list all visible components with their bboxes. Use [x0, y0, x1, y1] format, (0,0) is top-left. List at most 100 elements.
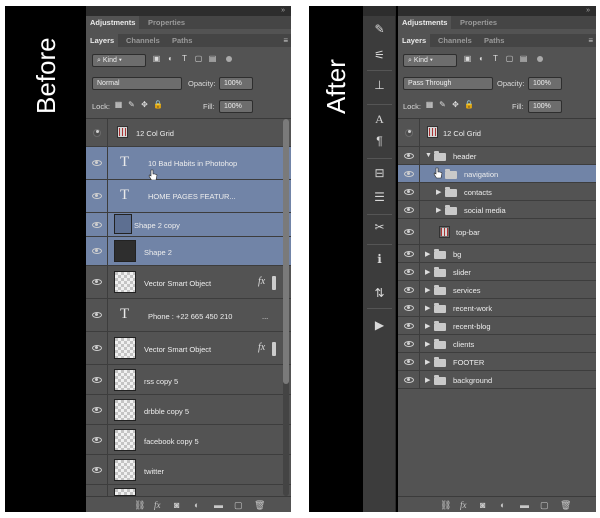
expand-arrow-icon[interactable]: ▶	[425, 268, 430, 276]
tab-paths[interactable]: Paths	[480, 34, 508, 47]
layer-row[interactable]: top-bar	[398, 219, 596, 245]
tab-properties[interactable]: Properties	[144, 16, 189, 29]
visibility-toggle[interactable]	[86, 332, 108, 364]
lock-position-icon[interactable]: ✥	[451, 100, 460, 109]
visibility-toggle[interactable]	[398, 219, 420, 244]
new-group-icon[interactable]: ▬	[520, 500, 529, 510]
add-style-icon[interactable]: fx	[154, 500, 161, 510]
tab-layers[interactable]: Layers	[398, 34, 431, 47]
group-row[interactable]: ▶ social media	[398, 201, 596, 219]
layer-row[interactable]: drbble copy 5	[86, 395, 291, 425]
opacity-input[interactable]: 100%	[528, 77, 562, 90]
add-mask-icon[interactable]: ◙	[174, 500, 179, 510]
visibility-toggle[interactable]	[86, 455, 108, 484]
expand-arrow-icon[interactable]: ▶	[436, 188, 441, 196]
expand-arrow-icon[interactable]: ▼	[425, 152, 432, 159]
visibility-toggle[interactable]	[398, 165, 420, 182]
visibility-toggle[interactable]	[398, 263, 420, 280]
new-group-icon[interactable]: ▬	[214, 500, 223, 510]
pixel-filter-icon[interactable]: ▣	[152, 54, 161, 63]
visibility-toggle[interactable]	[86, 237, 108, 265]
visibility-toggle[interactable]	[398, 183, 420, 200]
new-adjustment-icon[interactable]: ◐	[500, 500, 505, 510]
tools-icon[interactable]: ✂	[371, 220, 388, 235]
type-filter-icon[interactable]: T	[180, 54, 189, 63]
fx-icon[interactable]: fx	[258, 342, 265, 353]
layer-comps-icon[interactable]: ⇅	[371, 286, 388, 301]
group-row[interactable]: ▶ bg	[398, 245, 596, 263]
layer-row[interactable]: 12 Col Grid	[86, 119, 291, 147]
visibility-toggle[interactable]	[86, 147, 108, 179]
tab-adjustments[interactable]: Adjustments	[86, 16, 140, 29]
filter-kind-select[interactable]: ⌕ Kind ▾	[403, 54, 457, 67]
panel-grip[interactable]: »	[86, 6, 291, 16]
actions-icon[interactable]: ▶	[371, 318, 388, 333]
add-style-icon[interactable]: fx	[460, 500, 467, 510]
group-row[interactable]: ▼ header	[398, 147, 596, 165]
visibility-toggle[interactable]	[86, 213, 108, 236]
layer-row[interactable]: rss copy 5	[86, 365, 291, 395]
layer-row[interactable]: Vector Smart Object fx	[86, 266, 291, 299]
tab-layers[interactable]: Layers	[86, 34, 119, 47]
visibility-toggle[interactable]	[86, 365, 108, 394]
scrollbar-thumb[interactable]	[283, 119, 289, 384]
group-row[interactable]: ▶ navigation	[398, 165, 596, 183]
brush-presets-icon[interactable]: ✎	[371, 22, 388, 37]
new-layer-icon[interactable]: ▢	[540, 500, 549, 510]
adjustment-filter-icon[interactable]: ◐	[166, 54, 175, 63]
layer-row[interactable]: Vector Smart Object fx	[86, 332, 291, 365]
effects-toggle[interactable]	[272, 276, 276, 290]
visibility-toggle[interactable]	[398, 201, 420, 218]
smart-object-filter-icon[interactable]: ▤	[208, 54, 217, 63]
visibility-toggle[interactable]	[86, 119, 108, 146]
layer-row[interactable]: T HOME PAGES FEATUR...	[86, 180, 291, 213]
effects-toggle[interactable]	[272, 342, 276, 356]
lock-all-icon[interactable]: 🔒	[464, 100, 474, 109]
group-row[interactable]: ▶ services	[398, 281, 596, 299]
lock-all-icon[interactable]: 🔒	[153, 100, 163, 109]
group-row[interactable]: ▶ slider	[398, 263, 596, 281]
visibility-toggle[interactable]	[86, 266, 108, 298]
tab-paths[interactable]: Paths	[168, 34, 196, 47]
delete-layer-icon[interactable]: 🗑	[254, 500, 265, 510]
info-icon[interactable]: ℹ	[371, 252, 388, 267]
dock-grip[interactable]	[363, 6, 395, 16]
expand-arrow-icon[interactable]: ▶	[425, 340, 430, 348]
visibility-toggle[interactable]	[86, 299, 108, 331]
expand-arrow-icon[interactable]: ▶	[425, 304, 430, 312]
visibility-toggle[interactable]	[398, 353, 420, 370]
expand-arrow-icon[interactable]: ▶	[436, 206, 441, 214]
tab-channels[interactable]: Channels	[434, 34, 476, 47]
adjustments-icon[interactable]: ⊥	[371, 78, 388, 93]
character-icon[interactable]: A	[371, 112, 388, 127]
lock-image-icon[interactable]: ✎	[438, 100, 447, 109]
type-filter-icon[interactable]: T	[491, 54, 500, 63]
panel-menu-icon[interactable]: ≡	[588, 36, 593, 45]
visibility-toggle[interactable]	[398, 299, 420, 316]
link-layers-icon[interactable]: ⛓	[440, 500, 451, 510]
expand-arrow-icon[interactable]: ▶	[425, 286, 430, 294]
layer-row[interactable]: facebook copy 5	[86, 425, 291, 455]
blend-mode-select[interactable]: Pass Through	[403, 77, 493, 90]
visibility-toggle[interactable]	[398, 371, 420, 388]
group-row[interactable]: ▶ contacts	[398, 183, 596, 201]
panel-menu-icon[interactable]: ≡	[283, 36, 288, 45]
shape-filter-icon[interactable]: ▢	[505, 54, 514, 63]
expand-arrow-icon[interactable]: ▶	[425, 250, 430, 258]
shape-filter-icon[interactable]: ▢	[194, 54, 203, 63]
delete-layer-icon[interactable]: 🗑	[560, 500, 571, 510]
collapse-icon[interactable]: »	[586, 6, 590, 16]
paragraph-icon[interactable]: ¶	[371, 134, 388, 149]
layer-row[interactable]: Shape 2 copy	[86, 213, 291, 237]
layer-row[interactable]: 12 Col Grid	[398, 119, 596, 147]
layers-scrollbar[interactable]	[283, 119, 289, 496]
link-layers-icon[interactable]: ⛓	[134, 500, 145, 510]
fill-input[interactable]: 100%	[528, 100, 562, 113]
tab-adjustments[interactable]: Adjustments	[398, 16, 452, 29]
notes-icon[interactable]: ☰	[371, 190, 388, 205]
fx-icon[interactable]: fx	[258, 276, 265, 287]
history-icon[interactable]: ⊟	[371, 166, 388, 181]
visibility-toggle[interactable]	[86, 395, 108, 424]
lock-transparent-icon[interactable]: ▦	[114, 100, 123, 109]
collapse-icon[interactable]: »	[281, 6, 285, 16]
